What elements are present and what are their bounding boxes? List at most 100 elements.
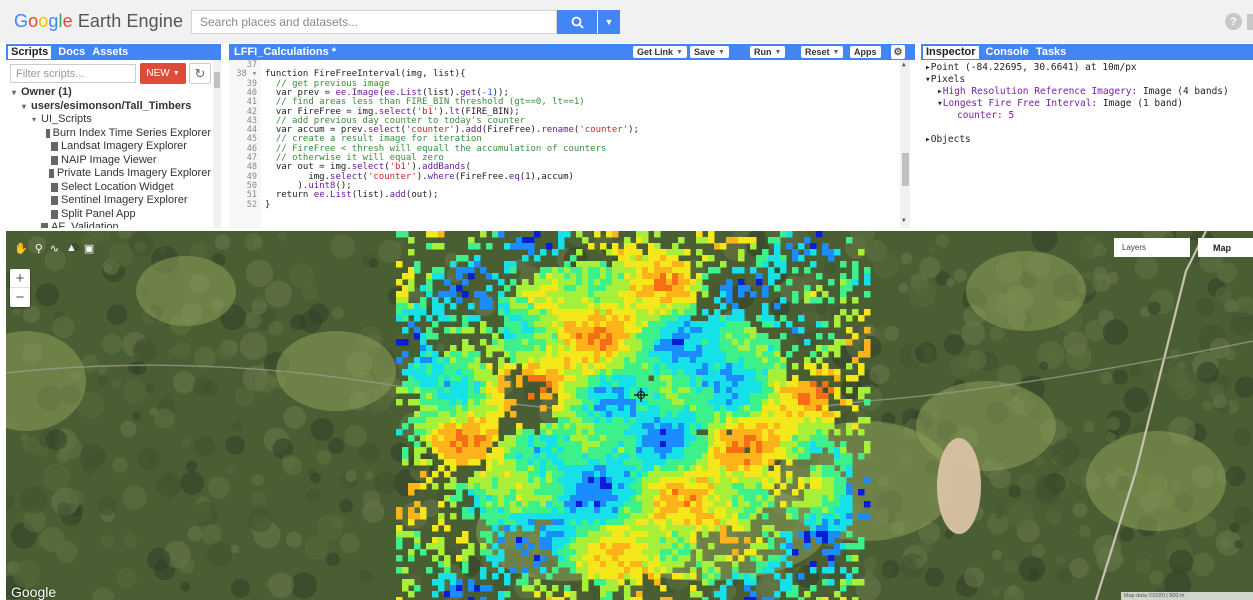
- tab-tasks[interactable]: Tasks: [1036, 46, 1066, 58]
- google-watermark: Google: [11, 584, 57, 600]
- hand-pan-icon[interactable]: ✋: [14, 242, 28, 255]
- apps-label: Apps: [854, 47, 877, 57]
- chevron-down-icon[interactable]: ▼: [833, 49, 840, 56]
- earth-engine-app: Google Earth Engine ▼ ? Scripts Docs Ass…: [0, 0, 1253, 600]
- scroll-down-icon[interactable]: ▼: [902, 217, 906, 224]
- reset-button[interactable]: Reset ▼: [801, 46, 844, 58]
- inspector-point: Point (-84.22695, 30.6641) at 10m/px: [930, 62, 1137, 73]
- search-icon: [571, 16, 584, 29]
- save-button[interactable]: Save ▼: [690, 46, 729, 58]
- script-tree: ▾ Owner (1) ▾ users/esimonson/Tall_Timbers ▾…: [6, 86, 211, 228]
- tab-assets[interactable]: Assets: [92, 46, 128, 58]
- polygon-draw-icon[interactable]: ▲: [66, 242, 77, 254]
- scrollbar-thumb[interactable]: [902, 153, 909, 186]
- inspector-layer2-row[interactable]: ▾Longest Fire Free Interval: Image (1 ba…: [937, 98, 1183, 110]
- inspector-panel: ▸Point (-84.22695, 30.6641) at 10m/px ▾P…: [921, 60, 1253, 228]
- caret-down-icon[interactable]: ▾: [32, 113, 41, 127]
- filter-box: [10, 64, 136, 83]
- chevron-down-icon: ▼: [604, 17, 614, 27]
- layer1-value: Image (4 bands): [1142, 86, 1229, 97]
- file-icon: [51, 155, 58, 165]
- layer2-value: Image (1 band): [1102, 98, 1183, 109]
- tree-item-label: users/esimonson/Tall_Timbers: [31, 99, 192, 112]
- zoom-in-button[interactable]: +: [10, 269, 30, 288]
- chevron-down-icon[interactable]: ▼: [718, 49, 725, 56]
- point-marker-icon[interactable]: ⚲: [35, 242, 43, 255]
- file-icon: [51, 142, 58, 152]
- tab-inspector[interactable]: Inspector: [923, 45, 979, 59]
- apps-button[interactable]: Apps: [850, 46, 881, 58]
- tree-script-item[interactable]: NAIP Image Viewer: [6, 154, 211, 168]
- tree-item-label: AF_Validation: [51, 221, 119, 228]
- tree-script-item[interactable]: Burn Index Time Series Explorer: [6, 127, 211, 141]
- code-text: return ee.List(list).add(out);: [265, 190, 439, 201]
- new-button-label: NEW: [146, 68, 170, 79]
- editor-scrollbar[interactable]: ▲ ▼: [900, 60, 910, 228]
- tree-script-item[interactable]: Private Lands Imagery Explorer: [6, 167, 211, 181]
- editor-toolbar: LFFI_Calculations * Get Link ▼ Save ▼ Run ▼…: [229, 44, 915, 60]
- get-link-label: Get Link: [637, 47, 674, 57]
- zoom-out-button[interactable]: −: [10, 288, 30, 307]
- file-icon: [51, 209, 58, 219]
- inspector-pixels-row[interactable]: ▾Pixels: [925, 74, 965, 86]
- line-number: 41: [246, 97, 257, 108]
- new-script-button[interactable]: NEW ▼: [140, 63, 186, 84]
- run-button[interactable]: Run ▼: [750, 46, 786, 58]
- reset-label: Reset: [805, 47, 830, 57]
- line-number: 52: [246, 199, 257, 210]
- tab-scripts[interactable]: Scripts: [8, 45, 52, 59]
- chevron-down-icon[interactable]: ▼: [676, 49, 683, 56]
- get-link-button[interactable]: Get Link ▼: [633, 46, 687, 58]
- search-box: [191, 10, 557, 34]
- tab-console[interactable]: Console: [986, 46, 1029, 58]
- map-type-button[interactable]: Map: [1198, 238, 1253, 257]
- scripts-scrollbar[interactable]: [213, 60, 221, 228]
- rectangle-draw-icon[interactable]: ▣: [84, 242, 94, 255]
- file-icon: [51, 182, 58, 192]
- inspector-counter: counter: 5: [957, 110, 1015, 121]
- tree-script-item[interactable]: Split Panel App: [6, 208, 211, 222]
- inspector-point-row[interactable]: ▸Point (-84.22695, 30.6641) at 10m/px: [925, 62, 1137, 74]
- scroll-up-icon[interactable]: ▲: [902, 61, 906, 68]
- caret-down-icon[interactable]: ▾: [12, 86, 21, 100]
- bare-field: [937, 438, 981, 534]
- code-editor[interactable]: 37 38 ▾ function FireFreeInterval(img, lis…: [229, 60, 915, 228]
- caret-down-icon[interactable]: ▾: [22, 100, 31, 114]
- inspector-layer1-row[interactable]: ▸High Resolution Reference Imagery: Imag…: [937, 86, 1229, 98]
- tree-script-item[interactable]: Select Location Widget: [6, 181, 211, 195]
- drawing-tools: ✋ ⚲ ∿ ▲ ▣: [14, 239, 94, 257]
- profile-menu-icon[interactable]: [1247, 14, 1253, 30]
- left-panel-tabs: Scripts Docs Assets: [6, 44, 221, 60]
- filter-scripts-input[interactable]: [11, 65, 135, 82]
- map-attribution[interactable]: Map data ©2020 | 500 m: [1121, 592, 1253, 600]
- tree-script-item[interactable]: Sentinel Imagery Explorer: [6, 194, 211, 208]
- tree-item-label: NAIP Image Viewer: [61, 153, 157, 166]
- satellite-map-canvas[interactable]: [6, 231, 1253, 600]
- chevron-down-icon: ▼: [172, 70, 180, 77]
- gear-icon[interactable]: ⚙: [891, 45, 905, 59]
- tree-folder[interactable]: ▾ UI_Scripts: [6, 113, 211, 127]
- scripts-panel: NEW ▼ ↻ ▾Owner (1)▾users/esimonson/Tall_…: [6, 60, 221, 228]
- search-options-dropdown[interactable]: ▼: [598, 10, 620, 34]
- earth-engine-logo[interactable]: Google Earth Engine: [14, 11, 183, 32]
- tree-item-label: Burn Index Time Series Explorer: [52, 126, 211, 139]
- tree-folder[interactable]: ▾ Owner (1): [6, 86, 211, 100]
- layers-button[interactable]: Layers: [1114, 238, 1190, 257]
- tab-docs[interactable]: Docs: [58, 46, 85, 58]
- file-icon: [46, 128, 50, 138]
- inspector-objects: Objects: [930, 134, 971, 145]
- map-view[interactable]: ✋ ⚲ ∿ ▲ ▣ + − Layers Map Google Map data…: [6, 231, 1253, 600]
- inspector-objects-row[interactable]: ▸Objects: [925, 134, 971, 146]
- help-icon[interactable]: ?: [1225, 13, 1242, 30]
- refresh-button[interactable]: ↻: [189, 63, 211, 84]
- line-draw-icon[interactable]: ∿: [50, 242, 59, 255]
- tree-item-label: Owner (1): [21, 86, 72, 98]
- tree-script-item[interactable]: AF_Validation: [6, 221, 211, 228]
- search-button[interactable]: [557, 10, 597, 34]
- chevron-down-icon[interactable]: ▼: [775, 49, 782, 56]
- file-icon: [41, 223, 48, 228]
- search-input[interactable]: [192, 11, 556, 33]
- tree-folder[interactable]: ▾ users/esimonson/Tall_Timbers: [6, 100, 211, 114]
- scrollbar-thumb[interactable]: [214, 72, 220, 88]
- tree-script-item[interactable]: Landsat Imagery Explorer: [6, 140, 211, 154]
